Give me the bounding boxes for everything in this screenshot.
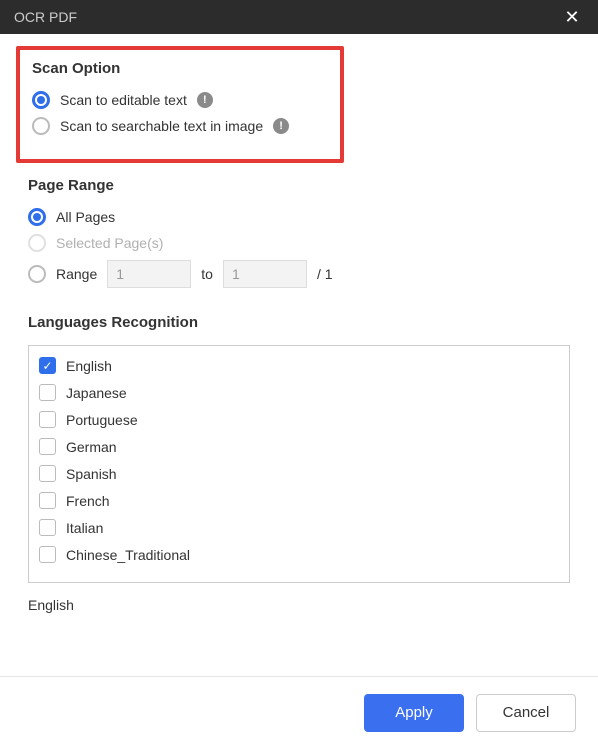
list-item[interactable]: Spanish — [31, 460, 567, 487]
scan-searchable-row[interactable]: Scan to searchable text in image ! — [32, 117, 330, 135]
selected-pages-row: Selected Page(s) — [28, 234, 570, 252]
scan-searchable-label: Scan to searchable text in image — [60, 118, 263, 134]
language-list[interactable]: ✓ English Japanese Portuguese German Spa… — [28, 345, 570, 583]
list-item[interactable]: Portuguese — [31, 406, 567, 433]
list-item[interactable]: Italian — [31, 514, 567, 541]
languages-heading: Languages Recognition — [28, 314, 570, 331]
checkbox-portuguese[interactable] — [39, 411, 56, 428]
checkbox-french[interactable] — [39, 492, 56, 509]
scan-option-highlight: Scan Option Scan to editable text ! Scan… — [16, 46, 344, 163]
info-icon[interactable]: ! — [273, 118, 289, 134]
lang-label: French — [66, 493, 110, 509]
range-row[interactable]: Range to / 1 — [28, 260, 570, 288]
scan-editable-row[interactable]: Scan to editable text ! — [32, 91, 330, 109]
lang-label: Portuguese — [66, 412, 138, 428]
range-to-input[interactable] — [223, 260, 307, 288]
close-icon[interactable]: ✕ — [560, 5, 584, 29]
lang-label: Spanish — [66, 466, 117, 482]
radio-all-pages[interactable] — [28, 208, 46, 226]
lang-label: English — [66, 358, 112, 374]
lang-label: Japanese — [66, 385, 127, 401]
scan-editable-label: Scan to editable text — [60, 92, 187, 108]
apply-button[interactable]: Apply — [364, 694, 464, 732]
radio-selected-pages — [28, 234, 46, 252]
titlebar: OCR PDF ✕ — [0, 0, 598, 34]
checkbox-german[interactable] — [39, 438, 56, 455]
selected-languages-summary: English — [28, 597, 570, 613]
checkbox-spanish[interactable] — [39, 465, 56, 482]
selected-pages-label: Selected Page(s) — [56, 235, 163, 251]
radio-scan-editable[interactable] — [32, 91, 50, 109]
list-item[interactable]: German — [31, 433, 567, 460]
radio-scan-searchable[interactable] — [32, 117, 50, 135]
lang-label: Chinese_Traditional — [66, 547, 190, 563]
list-item[interactable]: Chinese_Traditional — [31, 541, 567, 568]
checkbox-italian[interactable] — [39, 519, 56, 536]
range-to-label: to — [201, 266, 213, 282]
range-from-input[interactable] — [107, 260, 191, 288]
all-pages-label: All Pages — [56, 209, 115, 225]
range-total-label: / 1 — [317, 266, 333, 282]
list-item[interactable]: Japanese — [31, 379, 567, 406]
list-item[interactable]: ✓ English — [31, 352, 567, 379]
checkbox-japanese[interactable] — [39, 384, 56, 401]
info-icon[interactable]: ! — [197, 92, 213, 108]
checkbox-chinese-traditional[interactable] — [39, 546, 56, 563]
list-item[interactable]: French — [31, 487, 567, 514]
cancel-button[interactable]: Cancel — [476, 694, 576, 732]
page-range-heading: Page Range — [28, 177, 570, 194]
dialog-footer: Apply Cancel — [0, 676, 598, 748]
radio-range[interactable] — [28, 265, 46, 283]
scan-option-heading: Scan Option — [32, 60, 330, 77]
lang-label: Italian — [66, 520, 103, 536]
dialog-title: OCR PDF — [14, 9, 77, 25]
page-range-section: Page Range All Pages Selected Page(s) Ra… — [28, 177, 570, 306]
lang-label: German — [66, 439, 117, 455]
all-pages-row[interactable]: All Pages — [28, 208, 570, 226]
checkbox-english[interactable]: ✓ — [39, 357, 56, 374]
range-label: Range — [56, 266, 97, 282]
dialog-body: Scan Option Scan to editable text ! Scan… — [0, 34, 598, 676]
